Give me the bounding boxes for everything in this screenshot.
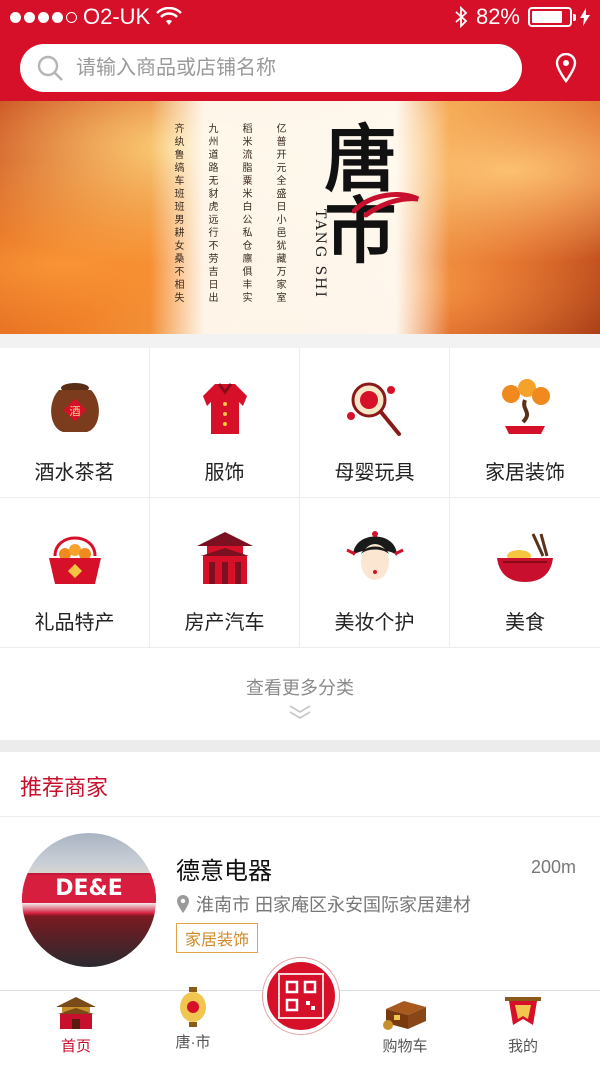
charging-bolt-icon [580, 8, 590, 26]
search-input[interactable] [76, 56, 476, 80]
svg-text:酒: 酒 [69, 405, 80, 418]
search-bar[interactable] [20, 44, 522, 92]
wifi-icon [156, 7, 183, 25]
category-home-decor[interactable]: 家居装饰 [450, 348, 600, 498]
category-label: 服饰 [204, 462, 245, 484]
category-label: 美妆个护 [334, 612, 415, 634]
promo-banner[interactable]: 齐纨鲁缟车班班男耕女桑不相失 九州道路无豺虎远行不劳吉日出 稻米流脂粟米白公私仓… [0, 101, 600, 334]
merchant-photo: DE&E [22, 833, 156, 967]
battery-percent: 82% [475, 4, 520, 29]
merchant-address: 淮南市 田家庵区永安国际家居建材 [196, 895, 471, 915]
bluetooth-icon [455, 6, 468, 28]
wine-jar-icon: 酒 [50, 383, 99, 432]
poem-column: 亿普开元全盛日小邑犹藏万家室 [274, 123, 285, 305]
merchant-name: 德意电器 [176, 858, 272, 885]
carrier-name: O2-UK [83, 4, 151, 29]
poem-column: 齐纨鲁缟车班班男耕女桑不相失 [172, 123, 183, 305]
category-grid: 酒 酒水茶茗 服饰 母婴玩具 家居装饰 礼品特产 房产汽车 美妆个护 美食 [0, 348, 600, 648]
bonsai-icon [502, 379, 550, 434]
noodle-bowl-icon [497, 533, 553, 582]
location-pin-icon [555, 53, 577, 83]
tab-label: 购物车 [382, 1038, 428, 1055]
recommended-section-title: 推荐商家 [20, 775, 109, 800]
section-divider [0, 740, 600, 752]
tab-profile[interactable]: 我的 [478, 991, 568, 1067]
merchant-distance: 200m [530, 857, 576, 877]
category-gifts[interactable]: 礼品特产 [0, 498, 150, 648]
banner-flag-icon [505, 997, 541, 1025]
more-categories-button[interactable]: 查看更多分类 [0, 650, 600, 738]
double-chevron-down-icon [289, 705, 311, 720]
brush-swoosh-icon [352, 192, 420, 218]
treasure-chest-icon [383, 1001, 426, 1030]
pavilion-icon [196, 532, 253, 584]
status-bar: O2-UK 82% [0, 0, 600, 34]
category-wine-tea[interactable]: 酒 酒水茶茗 [0, 348, 150, 498]
lantern-icon [180, 987, 206, 1027]
tab-cart[interactable]: 购物车 [360, 991, 450, 1067]
tang-lady-icon [345, 531, 404, 580]
signal-strength-icon [10, 11, 77, 23]
banner-brand-subtitle: TANG SHI [312, 209, 328, 299]
palace-icon [56, 997, 96, 1029]
merchant-address-row: 淮南市 田家庵区永安国际家居建材 [176, 891, 471, 917]
category-label: 房产汽车 [184, 612, 265, 634]
scan-button[interactable] [263, 958, 339, 1034]
qr-scan-icon [278, 973, 324, 1019]
category-beauty[interactable]: 美妆个护 [300, 498, 450, 648]
category-label: 美食 [505, 612, 545, 634]
top-header: O2-UK 82% [0, 0, 600, 101]
section-divider [0, 334, 600, 348]
category-baby-toys[interactable]: 母婴玩具 [300, 348, 450, 498]
tab-tangshi[interactable]: 唐·市 [148, 987, 238, 1067]
tab-label: 唐·市 [175, 1034, 211, 1051]
poem-column: 九州道路无豺虎远行不劳吉日出 [206, 123, 217, 305]
more-categories-label: 查看更多分类 [246, 678, 354, 698]
category-property-auto[interactable]: 房产汽车 [150, 498, 300, 648]
merchant-sign: DE&E [22, 875, 156, 903]
merchant-category-tag: 家居装饰 [176, 923, 259, 953]
category-label: 酒水茶茗 [34, 462, 115, 484]
garment-icon [202, 383, 247, 434]
category-apparel[interactable]: 服饰 [150, 348, 300, 498]
category-label: 礼品特产 [34, 612, 115, 634]
category-food[interactable]: 美食 [450, 498, 600, 648]
category-label: 母婴玩具 [334, 462, 415, 484]
tab-label: 我的 [507, 1038, 538, 1055]
location-pin-icon [177, 895, 189, 913]
battery-icon [528, 7, 576, 27]
search-icon [37, 55, 63, 81]
battery-level [532, 11, 562, 23]
location-button[interactable] [550, 50, 582, 86]
poem-column: 稻米流脂粟米白公私仓廪俱丰实 [240, 123, 251, 305]
tab-home[interactable]: 首页 [31, 991, 121, 1067]
tab-label: 首页 [60, 1038, 91, 1055]
category-label: 家居装饰 [485, 462, 565, 484]
gift-basket-icon [48, 536, 101, 584]
rattle-drum-icon [346, 382, 401, 436]
